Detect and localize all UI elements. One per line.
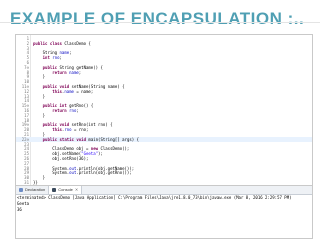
line-number: 31 xyxy=(24,180,29,185)
console-header: <terminated> ClassDemo [Java Application… xyxy=(17,195,292,200)
console-tab-bar: Declaration Console ✕ xyxy=(16,186,312,195)
console-panel: Declaration Console ✕ <terminated> Class… xyxy=(15,186,313,239)
slide-title: EXAMPLE OF ENCAPSULATION :.. xyxy=(10,9,305,28)
tab-console-label: Console xyxy=(58,187,73,192)
close-icon[interactable]: ✕ xyxy=(75,186,78,194)
tab-console[interactable]: Console ✕ xyxy=(48,186,83,194)
code-editor[interactable]: 1 2 public class ClassDemo {3 4 String name… xyxy=(15,34,313,186)
code-line: 31}} xyxy=(16,180,312,185)
console-icon xyxy=(52,188,57,192)
declaration-icon xyxy=(19,188,23,192)
tab-declaration[interactable]: Declaration xyxy=(16,186,48,194)
console-output-line: 36 xyxy=(17,207,22,212)
code-text: }} xyxy=(33,180,38,185)
code-token: }} xyxy=(33,180,38,185)
tab-declaration-label: Declaration xyxy=(25,187,46,192)
title-divider xyxy=(0,22,320,23)
